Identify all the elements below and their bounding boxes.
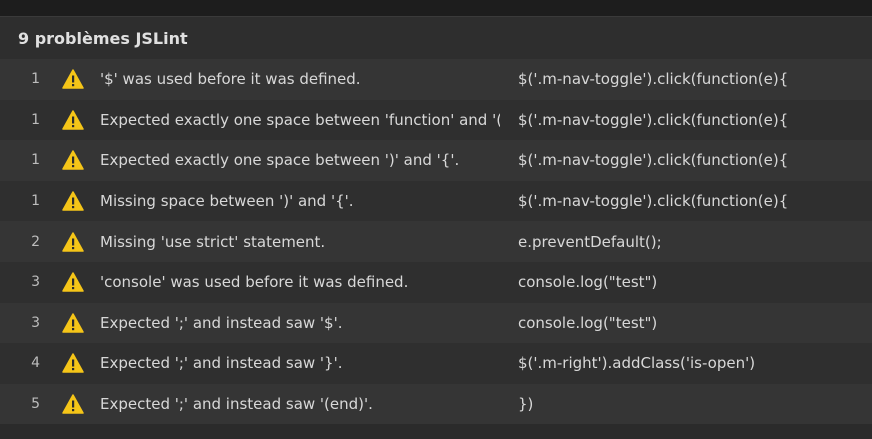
- problem-code: }): [518, 395, 534, 414]
- problems-list: 1 '$' was used before it was defined. $('.…: [0, 59, 872, 425]
- line-number: 1: [31, 71, 40, 88]
- warning-icon: [62, 394, 84, 414]
- problem-message: Expected ';' and instead saw '(end)'.: [100, 395, 373, 414]
- problem-row[interactable]: 1 Expected exactly one space between ')' …: [0, 140, 872, 181]
- problem-row[interactable]: 2 Missing 'use strict' statement. e.preven…: [0, 221, 872, 262]
- line-number: 3: [31, 314, 40, 331]
- problem-row[interactable]: 1 Missing space between ')' and '{'. $('.m…: [0, 180, 872, 222]
- problem-message: Expected exactly one space between ')' a…: [100, 151, 460, 170]
- problem-message: Missing space between ')' and '{'.: [100, 192, 354, 211]
- problem-row[interactable]: 1 Expected exactly one space between 'fun…: [0, 99, 872, 141]
- problem-code: console.log("test"): [518, 313, 658, 332]
- line-number: 1: [31, 193, 40, 210]
- problem-code: $('.m-right').addClass('is-open'): [518, 354, 756, 373]
- problem-message: Expected exactly one space between 'func…: [100, 110, 500, 129]
- warning-icon: [62, 313, 84, 333]
- top-bar: [0, 0, 872, 17]
- problem-row[interactable]: 3 'console' was used before it was define…: [0, 261, 872, 303]
- warning-icon: [62, 69, 84, 90]
- problem-row[interactable]: 5 Expected ';' and instead saw '(end)'.}): [0, 383, 872, 425]
- problem-message: Missing 'use strict' statement.: [100, 232, 326, 251]
- line-number: 4: [31, 355, 40, 372]
- problem-message: '$' was used before it was defined.: [100, 70, 361, 89]
- line-number: 2: [31, 233, 40, 250]
- warning-icon: [62, 150, 84, 171]
- problem-row[interactable]: 3 Expected ';' and instead saw '$'. consol…: [0, 302, 872, 344]
- panel-header: 9 problèmes JSLint: [0, 17, 872, 59]
- warning-icon: [62, 191, 84, 211]
- problem-code: $('.m-nav-toggle').click(function(e){: [518, 110, 789, 129]
- warning-icon: [62, 353, 84, 374]
- problem-code: e.preventDefault();: [518, 232, 662, 251]
- problem-row[interactable]: 1 '$' was used before it was defined. $('.…: [0, 59, 872, 100]
- problem-message: Expected ';' and instead saw '}'.: [100, 354, 343, 373]
- problem-row[interactable]: 4 Expected ';' and instead saw '}'. $('.m-…: [0, 343, 872, 384]
- warning-icon: [62, 231, 84, 252]
- problem-code: $('.m-nav-toggle').click(function(e){: [518, 192, 789, 211]
- warning-icon: [62, 110, 84, 130]
- problem-code: $('.m-nav-toggle').click(function(e){: [518, 151, 789, 170]
- line-number: 5: [31, 396, 40, 413]
- line-number: 1: [31, 152, 40, 169]
- line-number: 1: [31, 111, 40, 128]
- warning-icon: [62, 272, 84, 293]
- panel-title: 9 problèmes JSLint: [18, 28, 188, 48]
- line-number: 3: [31, 274, 40, 291]
- problem-message: 'console' was used before it was defined…: [100, 273, 409, 292]
- problem-code: console.log("test"): [518, 273, 658, 292]
- problem-message: Expected ';' and instead saw '$'.: [100, 313, 343, 332]
- problem-code: $('.m-nav-toggle').click(function(e){: [518, 70, 789, 89]
